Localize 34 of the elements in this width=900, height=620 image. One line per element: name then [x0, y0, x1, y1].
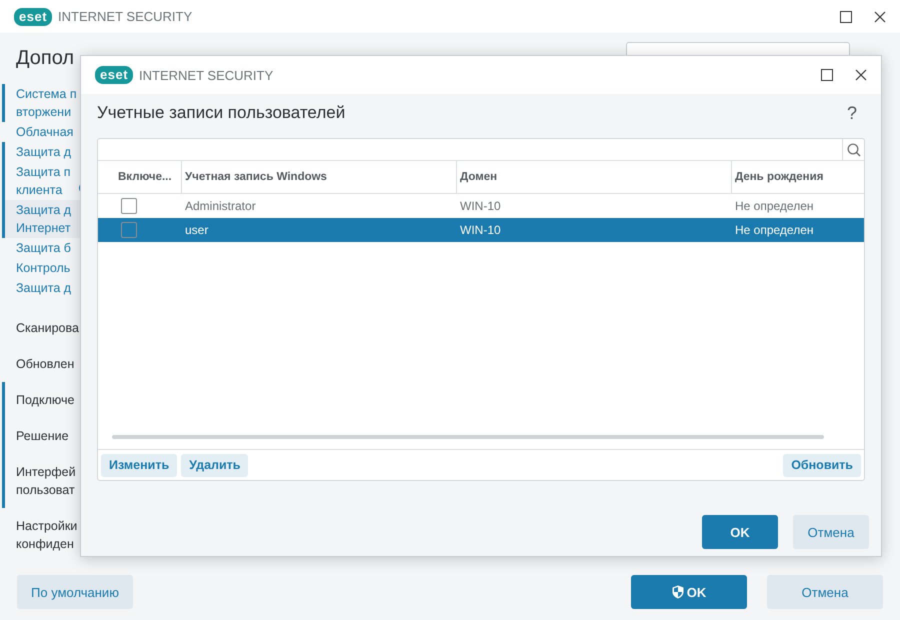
sidebar-item[interactable]: Настройки конфиден [2, 508, 82, 562]
page-title: Допол [15, 47, 76, 70]
table-cell: WIN-10 [456, 218, 731, 242]
maximize-icon[interactable] [840, 10, 852, 22]
sidebar-item[interactable]: Защита д [2, 278, 82, 298]
action-button[interactable]: По умолчанию [17, 575, 133, 609]
action-button[interactable]: Отмена [767, 575, 883, 609]
sidebar-item[interactable]: Облачная [2, 122, 82, 142]
checkbox[interactable] [121, 222, 137, 238]
table-cell: Не определен [731, 218, 864, 242]
table-button[interactable]: Удалить [181, 454, 248, 476]
table-button[interactable]: Обновить [783, 454, 861, 476]
cancel-button[interactable]: Отмена [793, 515, 869, 549]
close-icon[interactable] [855, 69, 867, 81]
sidebar-item[interactable]: Контроль [2, 258, 82, 278]
table-cell: user [181, 218, 456, 242]
ok-button[interactable]: OK [631, 575, 747, 609]
close-icon[interactable] [874, 10, 886, 22]
product-name: INTERNET SECURITY [139, 68, 274, 82]
sidebar-item[interactable]: Обновлен [2, 346, 82, 382]
logo: eset [95, 66, 134, 84]
dialog-title: Учетные записи пользователей [97, 103, 346, 123]
product-name: INTERNET SECURITY [58, 9, 192, 24]
scrollbar[interactable] [112, 435, 824, 439]
sidebar-item[interactable]: Защита д Интернет [2, 200, 82, 238]
table-button[interactable]: Изменить [101, 454, 178, 476]
logo: eset [14, 8, 52, 26]
sidebar-item[interactable]: Защита б [2, 238, 82, 258]
sidebar-item[interactable]: Сканирова [2, 310, 82, 346]
checkbox[interactable] [121, 198, 137, 214]
maximize-icon[interactable] [821, 69, 833, 81]
help-icon[interactable]: ? [846, 103, 857, 124]
search-icon[interactable] [846, 142, 860, 156]
ok-button[interactable]: OK [702, 515, 778, 549]
